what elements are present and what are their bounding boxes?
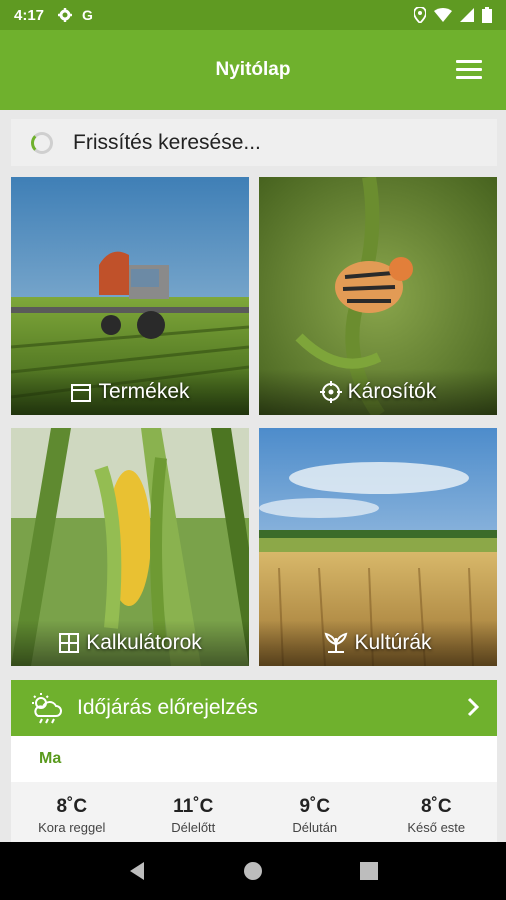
weather-forecast-row: 8˚C Kora reggel 11˚C Délelőtt 9˚C Délutá… (11, 782, 497, 842)
wifi-icon (434, 8, 452, 22)
weather-day-row: Ma (11, 736, 497, 782)
tile-caption: Károsítók (259, 369, 497, 415)
forecast-slot: 9˚C Délután (254, 782, 376, 842)
page-title: Nyitólap (215, 59, 291, 80)
tile-caption: Kultúrák (259, 620, 497, 666)
app-screen: 4:17 G Nyitólap Frissítés keresése... Te… (0, 0, 506, 900)
weather-forecast-header[interactable]: Időjárás előrejelzés (11, 680, 497, 736)
forecast-label: Délután (292, 820, 338, 835)
status-icons (414, 7, 492, 23)
system-nav-bar (0, 842, 506, 900)
cloud-sun-rain-icon (32, 693, 62, 724)
forecast-slot: 8˚C Kora reggel (11, 782, 133, 842)
tile-label: Kultúrák (354, 631, 432, 654)
back-icon[interactable] (128, 861, 146, 881)
forecast-temp: 8˚C (420, 796, 452, 817)
tile-kalkulatorok[interactable]: Kalkulátorok (11, 428, 249, 666)
status-time: 4:17 (14, 6, 45, 24)
g-icon: G (82, 7, 93, 23)
calendar-icon (71, 384, 92, 402)
tile-kulturak[interactable]: Kultúrák (259, 428, 497, 666)
recents-icon[interactable] (359, 862, 378, 880)
calculator-icon (59, 633, 80, 653)
forecast-temp: 9˚C (299, 796, 331, 817)
tile-label: Károsítók (347, 380, 437, 403)
tile-label: Kalkulátorok (86, 631, 202, 654)
tile-label: Termékek (98, 380, 190, 403)
plant-icon (325, 632, 348, 653)
weather-title: Időjárás előrejelzés (77, 696, 258, 719)
forecast-temp: 8˚C (56, 796, 88, 817)
refresh-status: Frissítés keresése... (11, 119, 497, 166)
refresh-text: Frissítés keresése... (73, 130, 261, 154)
gear-icon (58, 8, 73, 22)
crosshair-icon (319, 381, 342, 403)
chevron-right-icon (467, 697, 479, 717)
forecast-label: Késő este (407, 820, 466, 835)
location-icon (414, 7, 426, 23)
app-bar: Nyitólap (0, 30, 506, 110)
signal-icon (460, 8, 474, 22)
battery-icon (482, 7, 492, 23)
tile-caption: Kalkulátorok (11, 620, 249, 666)
tile-caption: Termékek (11, 369, 249, 415)
hamburger-menu-icon[interactable] (456, 60, 482, 80)
forecast-slot: 8˚C Késő este (376, 782, 498, 842)
forecast-slot: 11˚C Délelőtt (133, 782, 255, 842)
home-icon[interactable] (243, 861, 263, 881)
tile-termekek[interactable]: Termékek (11, 177, 249, 415)
weather-day-label: Ma (39, 750, 62, 767)
tile-karositok[interactable]: Károsítók (259, 177, 497, 415)
forecast-temp: 11˚C (173, 796, 214, 817)
forecast-label: Kora reggel (38, 820, 106, 835)
loading-spinner-icon (31, 131, 53, 154)
status-bar: 4:17 G (0, 0, 506, 30)
forecast-label: Délelőtt (171, 820, 216, 835)
